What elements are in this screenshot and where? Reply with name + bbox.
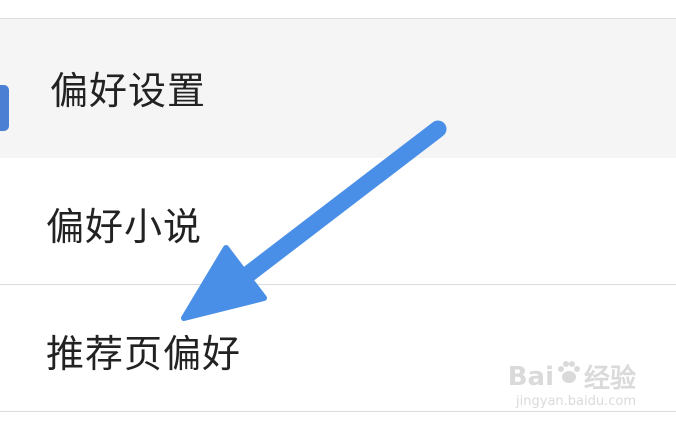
menu-item-preferred-novels[interactable]: 偏好小说 xyxy=(0,158,676,284)
active-indicator xyxy=(0,85,9,131)
menu-item-label: 偏好设置 xyxy=(50,69,207,113)
divider-bottom xyxy=(0,411,676,412)
menu-item-recommend-page-preferences[interactable]: 推荐页偏好 xyxy=(0,285,676,411)
top-strip xyxy=(0,0,676,18)
menu-item-preference-settings[interactable]: 偏好设置 xyxy=(0,19,676,158)
menu-item-label: 推荐页偏好 xyxy=(46,331,242,376)
menu-item-label: 偏好小说 xyxy=(46,204,203,249)
